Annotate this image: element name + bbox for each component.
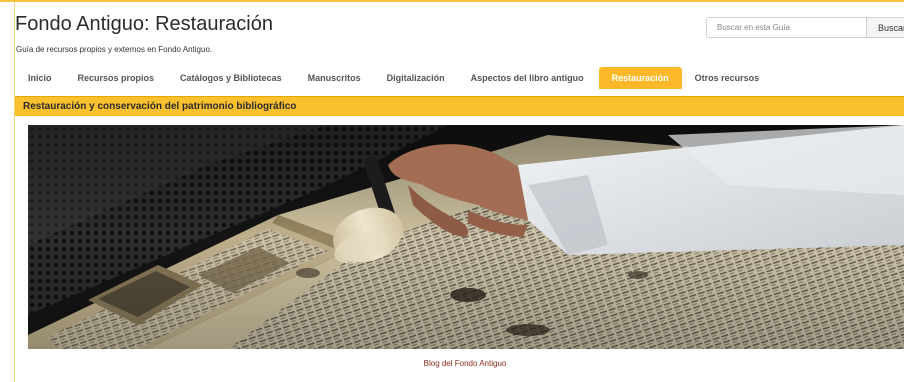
panel-title: Restauración y conservación del patrimon… [23, 101, 297, 112]
search-input[interactable] [706, 17, 866, 38]
tab-restauracion[interactable]: Restauración [598, 67, 682, 89]
restoration-photo [28, 125, 904, 349]
tab-recursos-propios[interactable]: Recursos propios [65, 67, 168, 89]
tab-inicio[interactable]: Inicio [15, 67, 65, 89]
tab-catalogos-bibliotecas[interactable]: Catálogos y Bibliotecas [167, 67, 295, 89]
panel-heading: Restauración y conservación del patrimon… [15, 96, 904, 116]
panel-body: Blog del Fondo Antiguo [15, 116, 904, 382]
libguide-page: Fondo Antiguo: Restauración Guía de recu… [0, 0, 904, 382]
guide-description: Guía de recursos propios y externos en F… [16, 45, 213, 54]
tab-otros-recursos[interactable]: Otros recursos [682, 67, 773, 89]
blog-fondo-antiguo-link[interactable]: Blog del Fondo Antiguo [15, 359, 904, 368]
tab-aspectos-libro-antiguo[interactable]: Aspectos del libro antiguo [458, 67, 597, 89]
restoration-photo-illustration [28, 125, 904, 349]
tab-manuscritos[interactable]: Manuscritos [295, 67, 374, 89]
tab-digitalizacion[interactable]: Digitalización [374, 67, 458, 89]
guide-nav-tabs: Inicio Recursos propios Catálogos y Bibl… [15, 67, 772, 89]
guide-title: Fondo Antiguo: Restauración [15, 13, 273, 35]
search-button[interactable]: Buscar [866, 17, 904, 38]
